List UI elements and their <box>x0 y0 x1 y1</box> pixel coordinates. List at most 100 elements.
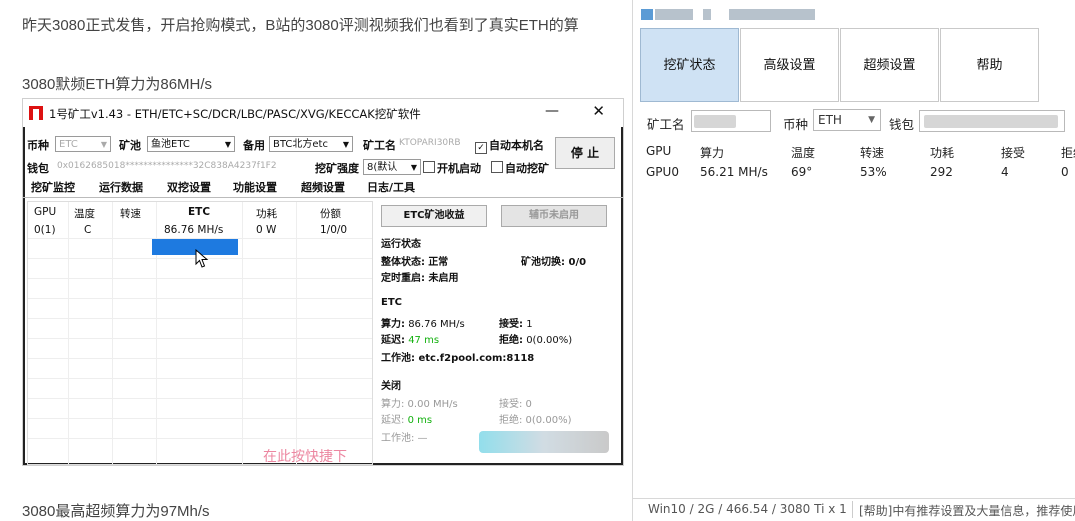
accept-value: 1 <box>526 319 533 330</box>
article-content: 昨天3080正式发售，开启抢购模式，B站的3080评测视频我们也看到了真实ETH… <box>0 0 632 521</box>
wallet-label: 钱包 <box>889 117 915 132</box>
chevron-down-icon: ▼ <box>410 163 417 172</box>
hashrate-label: 算力: <box>381 319 405 330</box>
off-latency-label: 延迟: <box>381 415 405 426</box>
coin-label: 币种 <box>783 117 809 132</box>
col-fan: 转速 <box>860 146 885 160</box>
embedded-tab-monitor: 挖矿监控 <box>31 181 75 194</box>
miner-app-window: 挖矿状态 高级设置 超频设置 帮助 矿工名 币种 ETH ▼ 钱包 GPU 算力 … <box>632 0 1075 521</box>
grid-header: 份额 <box>320 208 341 220</box>
off-hashrate: 算力: 0.00 MH/s <box>381 399 458 410</box>
overall-status-value: 正常 <box>428 257 449 268</box>
coin-select-value: ETH <box>818 113 842 127</box>
accept-line: 接受: 1 <box>499 315 533 330</box>
embedded-title: 1号矿工v1.43 - ETH/ETC+SC/DCR/LBC/PASC/XVG/… <box>49 107 421 121</box>
article-caption-max-hashrate: 3080最高超频算力为97Mh/s <box>22 503 210 520</box>
auto-name-label: 自动本机名 <box>489 139 544 152</box>
cell-reject: 0 <box>1061 165 1069 179</box>
intensity-select-value: 8(默认 <box>367 162 398 173</box>
worker-name-input[interactable] <box>691 110 771 132</box>
checkbox-empty-icon <box>491 161 503 173</box>
latency-value: 47 ms <box>408 335 440 346</box>
run-status-heading: 运行状态 <box>381 239 421 250</box>
hashrate-value: 86.76 MH/s <box>408 319 465 330</box>
tab-help[interactable]: 帮助 <box>940 28 1039 102</box>
coin-select: ETC ▼ <box>55 136 111 152</box>
embedded-tab-bar: 挖矿监控 运行数据 双挖设置 功能设置 超频设置 日志/工具 <box>23 177 623 198</box>
help-hint[interactable]: [帮助]中有推荐设置及大量信息，推荐使用 <box>859 502 1075 519</box>
embedded-tab-log: 日志/工具 <box>367 181 416 194</box>
blurred-title <box>655 9 693 20</box>
intensity-select: 8(默认 ▼ <box>363 159 421 175</box>
cell-fan: 53% <box>860 165 887 179</box>
checkbox-checked-icon: ✓ <box>475 142 487 154</box>
stop-button: 停 止 <box>555 137 615 169</box>
off-latency-value: 0 ms <box>407 415 433 426</box>
blurred-value <box>694 115 736 128</box>
system-info: Win10 / 2G / 466.54 / 3080 Ti x 1 <box>648 502 847 516</box>
off-reject: 拒绝: 0(0.00%) <box>499 415 572 426</box>
app-logo-icon <box>641 9 653 20</box>
col-temp: 温度 <box>791 146 816 160</box>
close-icon: ✕ <box>592 102 605 120</box>
pool-select: 鱼池ETC ▼ <box>147 136 235 152</box>
video-watermark: 在此按快捷下 <box>263 449 347 465</box>
embedded-tab-overclock: 超频设置 <box>301 181 345 194</box>
embedded-tab-function: 功能设置 <box>233 181 277 194</box>
off-work-pool: 工作池: — <box>381 433 428 444</box>
chevron-down-icon: ▼ <box>342 140 349 149</box>
boot-start-checkbox: 开机启动 <box>423 160 481 176</box>
tab-mining-status[interactable]: 挖矿状态 <box>640 28 739 102</box>
chevron-down-icon: ▼ <box>100 140 107 149</box>
embedded-status-panel: ETC矿池收益 辅币未启用 运行状态 整体状态: 正常 矿池切换: 0/0 定时… <box>375 199 615 461</box>
cell-power: 292 <box>930 165 953 179</box>
backup-select-value: BTC北方etc <box>273 139 328 150</box>
cell-accept: 4 <box>1001 165 1009 179</box>
app-titlebar <box>633 0 1075 28</box>
col-accept: 接受 <box>1001 146 1026 160</box>
minimize-icon: — <box>545 103 559 119</box>
grid-header: 温度 <box>74 208 95 220</box>
reject-value: 0(0.00%) <box>526 335 573 346</box>
col-hashrate: 算力 <box>700 146 725 160</box>
tab-overclock-settings[interactable]: 超频设置 <box>840 28 939 102</box>
reject-line: 拒绝: 0(0.00%) <box>499 331 572 346</box>
article-paragraph-1: 昨天3080正式发售，开启抢购模式，B站的3080评测视频我们也看到了真实ETH… <box>22 17 579 34</box>
grid-header: 功耗 <box>256 208 277 220</box>
embedded-tab-run-data: 运行数据 <box>99 181 143 194</box>
blurred-value <box>924 115 1058 128</box>
coin-row: 币种 <box>27 137 49 153</box>
pool-switch: 矿池切换: 0/0 <box>521 257 587 268</box>
grid-header: 转速 <box>120 208 141 220</box>
off-heading: 关闭 <box>381 381 401 392</box>
coin-select[interactable]: ETH ▼ <box>813 109 881 131</box>
checkbox-empty-icon <box>423 161 435 173</box>
status-divider <box>852 501 853 518</box>
off-latency: 延迟: 0 ms <box>381 411 432 426</box>
wallet-input[interactable] <box>919 110 1065 132</box>
off-accept: 接受: 0 <box>499 399 532 410</box>
grid-cell: C <box>84 224 92 236</box>
wallet-value: 0x0162685018***************32C838A4237f1… <box>57 161 277 171</box>
intensity-label: 挖矿强度 <box>315 162 359 175</box>
col-gpu: GPU <box>646 144 672 158</box>
tab-advanced-settings[interactable]: 高级设置 <box>740 28 839 102</box>
grid-cell: 0 W <box>256 224 277 236</box>
backup-select: BTC北方etc ▼ <box>269 136 353 152</box>
blurred-overlay <box>479 431 609 453</box>
backup-label: 备用 <box>243 139 265 152</box>
auto-mine-label: 自动挖矿 <box>505 162 549 175</box>
cell-gpu: GPU0 <box>646 165 679 179</box>
col-power: 功耗 <box>930 146 955 160</box>
coin-label: 币种 <box>27 139 49 152</box>
timer-restart: 定时重启: 未启用 <box>381 273 459 284</box>
worker-value: KTOPARI30RB <box>399 138 461 148</box>
grid-header: ETC <box>188 206 211 218</box>
auto-name-checkbox: ✓ 自动本机名 <box>475 137 544 154</box>
cell-hashrate: 56.21 MH/s <box>700 165 768 179</box>
boot-start-label: 开机启动 <box>437 162 481 175</box>
overall-status: 整体状态: 正常 <box>381 253 448 268</box>
grid-cell: 86.76 MH/s <box>164 224 224 236</box>
coin-select-value: ETC <box>59 139 78 150</box>
article-caption-default-hashrate: 3080默频ETH算力为86MH/s <box>22 76 213 93</box>
